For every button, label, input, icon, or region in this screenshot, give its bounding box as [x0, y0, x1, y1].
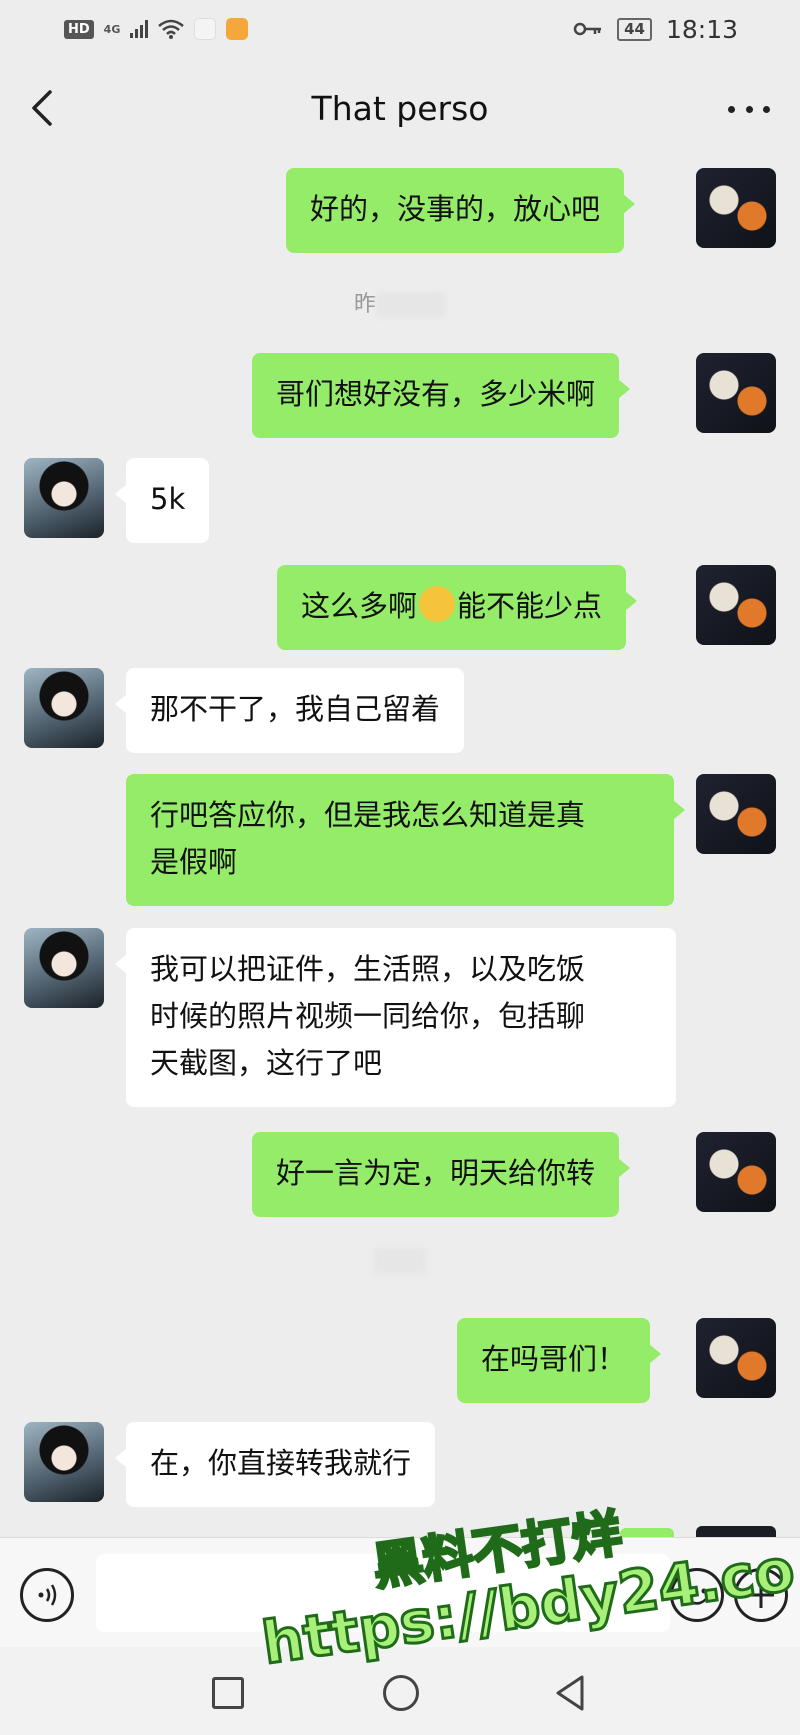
my-avatar[interactable]: [696, 168, 776, 248]
message-line: 时候的照片视频一同给你，包括聊: [150, 999, 586, 1033]
message-text-before: 这么多啊: [301, 589, 418, 623]
blurred-region: [376, 292, 446, 318]
app-notification-icon: [194, 18, 217, 40]
message-bubble-received[interactable]: 在，你直接转我就行: [114, 1422, 436, 1507]
home-button[interactable]: [383, 1675, 419, 1711]
system-back-button[interactable]: [552, 1673, 588, 1713]
contact-avatar[interactable]: [24, 668, 104, 748]
message-text: 5k: [150, 482, 186, 516]
chat-title: That perso: [311, 88, 489, 128]
hd-badge: HD: [64, 19, 94, 39]
my-avatar[interactable]: [696, 1318, 776, 1398]
contact-avatar[interactable]: [24, 928, 104, 1008]
message-text: 在吗哥们！: [481, 1342, 627, 1376]
more-dot-icon: [745, 105, 753, 113]
message-bubble-sent[interactable]: 这么多啊 能不能少点: [277, 565, 638, 650]
message-bubble-sent[interactable]: 行吧答应你，但是我怎么知道是真 是假啊: [126, 774, 685, 906]
voice-input-button[interactable]: [20, 1568, 74, 1622]
key-icon: [573, 22, 602, 36]
signal-icon: [130, 20, 149, 38]
timestamp: [0, 1248, 800, 1274]
more-options-button[interactable]: [728, 94, 770, 124]
more-functions-button[interactable]: [734, 1568, 788, 1622]
contact-avatar[interactable]: [24, 458, 104, 538]
crying-laughing-emoji-icon: [419, 586, 456, 622]
message-text: 那不干了，我自己留着: [150, 692, 441, 726]
message-bubble-received[interactable]: 我可以把证件，生活照，以及吃饭 时候的照片视频一同给你，包括聊 天截图，这行了吧: [115, 928, 676, 1107]
smiley-icon: [687, 1588, 707, 1605]
voice-icon: [38, 1584, 57, 1606]
my-avatar[interactable]: [696, 774, 776, 854]
message-text: 在，你直接转我就行: [150, 1446, 412, 1480]
message-bubble-sent[interactable]: 好一言为定，明天给你转: [252, 1132, 631, 1217]
input-bar: [0, 1537, 800, 1647]
message-bubble-sent[interactable]: 好的，没事的，放心吧: [286, 168, 636, 253]
triangle-back-icon: [556, 1675, 584, 1711]
status-right: 44 18:13: [573, 15, 738, 44]
emoji-button[interactable]: [670, 1568, 724, 1622]
my-avatar[interactable]: [696, 565, 776, 645]
my-avatar[interactable]: [696, 353, 776, 433]
system-nav-bar: [0, 1647, 800, 1735]
status-time: 18:13: [665, 14, 738, 44]
message-bubble-sent[interactable]: 哥们想好没有，多少米啊: [252, 353, 631, 438]
contact-avatar[interactable]: [24, 1422, 104, 1502]
message-bubble-sent[interactable]: 在吗哥们！: [457, 1318, 662, 1403]
blurred-region: [374, 1248, 426, 1274]
message-text-after: 能不能少点: [457, 589, 603, 623]
recent-apps-button[interactable]: [212, 1677, 244, 1709]
status-bar: HD 4G 44 18:13: [0, 0, 800, 58]
message-input[interactable]: [96, 1554, 670, 1632]
timestamp-text: 昨: [353, 292, 376, 317]
timestamp: 昨: [0, 286, 800, 318]
app-notification-icon-2: [226, 18, 249, 40]
message-text: 哥们想好没有，多少米啊: [276, 377, 596, 411]
message-line: 我可以把证件，生活照，以及吃饭: [150, 952, 586, 986]
chevron-left-icon: [32, 90, 52, 126]
status-left: HD 4G: [64, 18, 249, 40]
message-line: 是假啊: [150, 845, 238, 879]
message-text: 好的，没事的，放心吧: [310, 192, 601, 226]
more-dot-icon: [728, 105, 735, 113]
message-line: 行吧答应你，但是我怎么知道是真: [150, 798, 586, 832]
message-bubble-received[interactable]: 那不干了，我自己留着: [114, 668, 465, 753]
network-type: 4G: [103, 22, 121, 36]
battery-indicator: 44: [617, 17, 652, 41]
message-bubble-received[interactable]: 5k: [114, 458, 210, 543]
more-dot-icon: [763, 105, 770, 113]
message-text: 好一言为定，明天给你转: [276, 1156, 596, 1190]
message-line: 天截图，这行了吧: [150, 1046, 383, 1080]
wifi-icon: [158, 19, 185, 39]
back-button[interactable]: [24, 86, 60, 130]
chat-header: That perso: [0, 58, 800, 158]
my-avatar[interactable]: [696, 1132, 776, 1212]
